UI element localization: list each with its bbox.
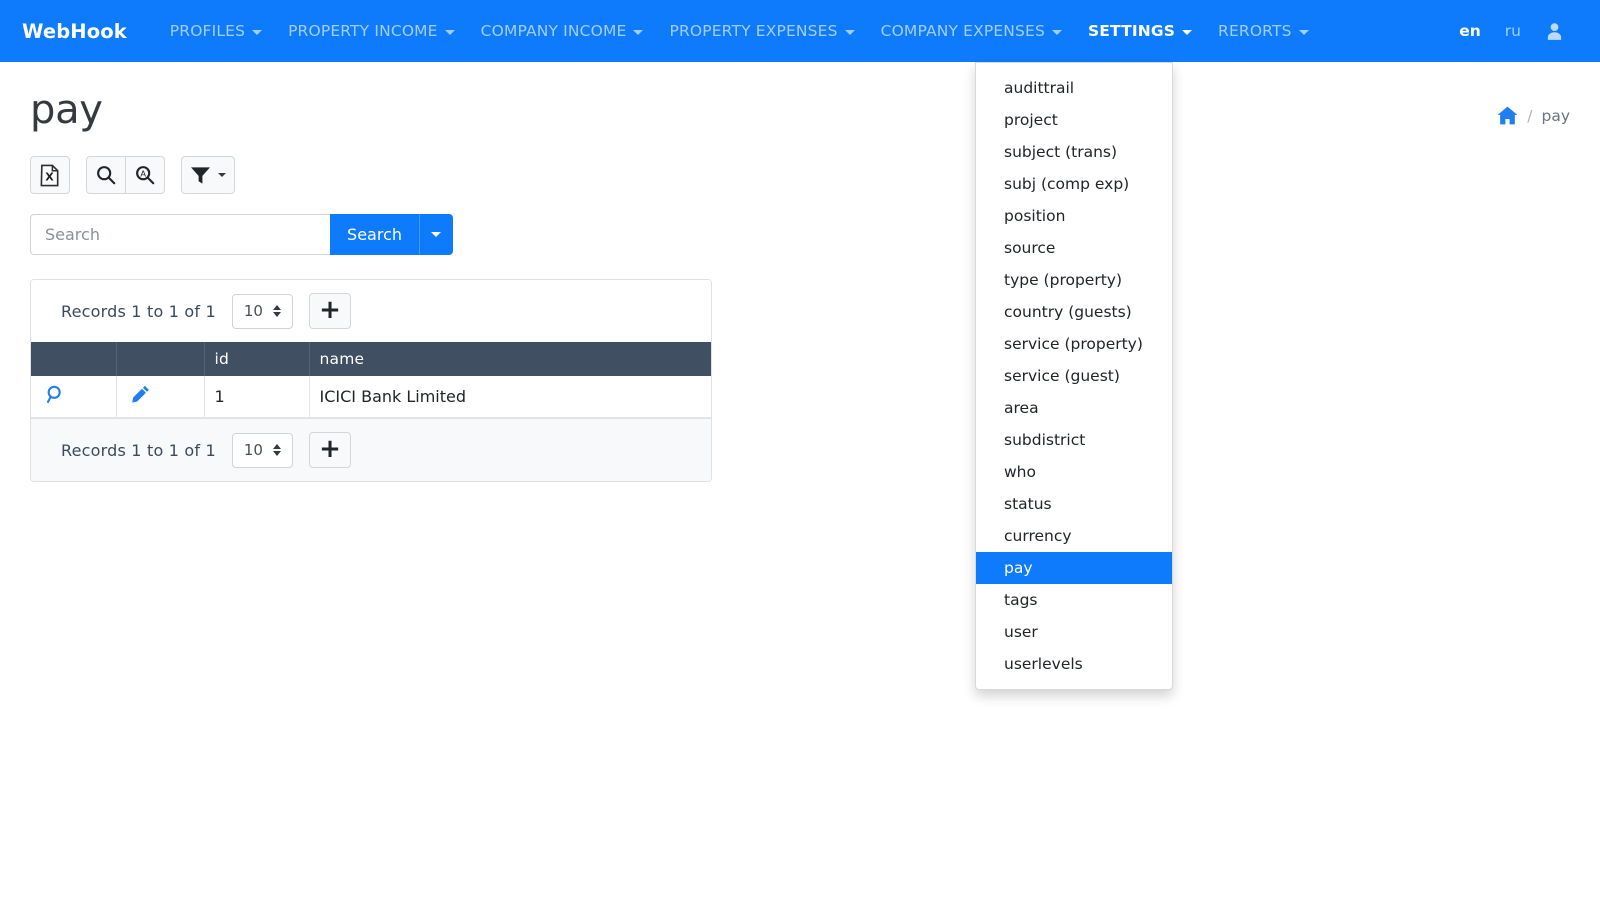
menu-item-tags[interactable]: tags xyxy=(976,584,1172,616)
search-icon-button[interactable] xyxy=(86,156,126,194)
menu-item-service-property[interactable]: service (property) xyxy=(976,328,1172,360)
search-button-group: A xyxy=(86,156,165,194)
page-size-value: 10 xyxy=(243,302,263,320)
chevron-down-icon xyxy=(444,29,455,35)
breadcrumb-separator: / xyxy=(1527,106,1533,125)
row-id: 1 xyxy=(204,376,310,418)
stepper-icon xyxy=(272,305,281,317)
search-input[interactable] xyxy=(30,214,331,255)
nav-item-company-income[interactable]: COMPANY INCOME xyxy=(468,13,657,49)
search-button[interactable]: Search xyxy=(330,214,419,255)
nav-item-label: COMPANY EXPENSES xyxy=(880,22,1045,40)
menu-item-audittrail[interactable]: audittrail xyxy=(976,72,1172,104)
page-title: pay xyxy=(30,87,103,133)
chevron-down-icon xyxy=(218,173,226,177)
menu-item-who[interactable]: who xyxy=(976,456,1172,488)
menu-item-service-guest[interactable]: service (guest) xyxy=(976,360,1172,392)
nav-item-label: PROPERTY INCOME xyxy=(288,22,438,40)
nav-item-label: COMPANY INCOME xyxy=(480,22,627,40)
row-name: ICICI Bank Limited xyxy=(309,376,711,418)
records-table: id name 1 ICICI Bank Limited xyxy=(31,342,711,418)
menu-item-country-guests[interactable]: country (guests) xyxy=(976,296,1172,328)
nav-item-settings[interactable]: SETTINGS xyxy=(1075,13,1205,49)
menu-item-currency[interactable]: currency xyxy=(976,520,1172,552)
chevron-down-icon xyxy=(1182,29,1193,35)
page-size-value: 10 xyxy=(243,441,263,459)
table-row: 1 ICICI Bank Limited xyxy=(31,376,711,418)
page-content: pay / pay X A Search Search Records 1 to… xyxy=(0,62,1600,482)
table-body: 1 ICICI Bank Limited xyxy=(31,376,711,418)
table-header-row: id name xyxy=(31,342,711,376)
stepper-icon xyxy=(272,444,281,456)
menu-item-type-property[interactable]: type (property) xyxy=(976,264,1172,296)
chevron-down-icon xyxy=(252,29,263,35)
row-edit-button[interactable] xyxy=(116,376,205,418)
top-navbar: WebHook PROFILES PROPERTY INCOME COMPANY… xyxy=(0,0,1600,690)
svg-text:X: X xyxy=(45,170,54,183)
nav-item-label: SETTINGS xyxy=(1087,22,1176,40)
nav-right-group: en ru xyxy=(1447,13,1578,50)
row-view-button[interactable] xyxy=(31,376,117,418)
menu-item-status[interactable]: status xyxy=(976,488,1172,520)
records-count-top: Records 1 to 1 of 1 xyxy=(61,301,216,321)
menu-item-subject-trans[interactable]: subject (trans) xyxy=(976,136,1172,168)
chevron-down-icon xyxy=(633,29,644,35)
chevron-down-icon xyxy=(1051,29,1062,35)
panel-footer-bar: Records 1 to 1 of 1 10 + xyxy=(31,418,711,481)
search-dropdown-toggle[interactable] xyxy=(419,214,453,255)
records-count-bottom: Records 1 to 1 of 1 xyxy=(61,440,216,460)
add-record-button-top[interactable]: + xyxy=(308,293,351,329)
nav-item-label: PROPERTY EXPENSES xyxy=(669,22,838,40)
home-icon[interactable] xyxy=(1497,106,1518,125)
table-header-name: name xyxy=(309,342,711,376)
menu-item-userlevels[interactable]: userlevels xyxy=(976,648,1172,680)
nav-item-label: RERORTS xyxy=(1218,22,1292,40)
page-size-selector-bottom[interactable]: 10 xyxy=(231,432,293,468)
nav-item-label: PROFILES xyxy=(169,22,246,40)
export-excel-button[interactable]: X xyxy=(30,156,70,194)
records-panel: Records 1 to 1 of 1 10 + id name 1 ICICI… xyxy=(30,279,712,482)
svg-text:A: A xyxy=(140,169,146,179)
menu-item-position[interactable]: position xyxy=(976,200,1172,232)
breadcrumb: / pay xyxy=(1497,86,1570,125)
menu-item-source[interactable]: source xyxy=(976,232,1172,264)
nav-item-property-expenses[interactable]: PROPERTY EXPENSES xyxy=(656,13,867,49)
menu-item-project[interactable]: project xyxy=(976,104,1172,136)
filter-button[interactable] xyxy=(181,156,235,194)
menu-item-area[interactable]: area xyxy=(976,392,1172,424)
nav-item-rerorts[interactable]: RERORTS xyxy=(1205,13,1322,49)
settings-dropdown-menu: audittrail project subject (trans) subj … xyxy=(975,62,1173,690)
nav-item-company-expenses[interactable]: COMPANY EXPENSES xyxy=(868,13,1075,49)
menu-item-pay[interactable]: pay xyxy=(976,552,1172,584)
user-icon[interactable] xyxy=(1533,13,1578,50)
lang-en[interactable]: en xyxy=(1447,13,1493,49)
breadcrumb-current: pay xyxy=(1541,106,1570,125)
table-head: id name xyxy=(31,342,711,376)
table-header-actions-view xyxy=(31,342,117,376)
search-advanced-icon-button[interactable]: A xyxy=(125,156,165,194)
table-header-actions-edit xyxy=(116,342,205,376)
nav-item-profiles[interactable]: PROFILES xyxy=(157,13,275,49)
nav-items: PROFILES PROPERTY INCOME COMPANY INCOME … xyxy=(157,13,1447,49)
search-row: Search xyxy=(30,214,453,255)
panel-header-bar: Records 1 to 1 of 1 10 + xyxy=(31,280,711,342)
chevron-down-icon xyxy=(844,29,855,35)
chevron-down-icon xyxy=(1298,29,1309,35)
brand-logo[interactable]: WebHook xyxy=(22,20,127,43)
menu-item-user[interactable]: user xyxy=(976,616,1172,648)
nav-item-property-income[interactable]: PROPERTY INCOME xyxy=(275,13,468,49)
menu-item-subj-comp-exp[interactable]: subj (comp exp) xyxy=(976,168,1172,200)
toolbar: X A xyxy=(30,156,1570,194)
table-header-id: id xyxy=(204,342,310,376)
page-header: pay / pay xyxy=(30,62,1570,134)
menu-item-subdistrict[interactable]: subdistrict xyxy=(976,424,1172,456)
lang-ru[interactable]: ru xyxy=(1493,13,1533,49)
page-size-selector-top[interactable]: 10 xyxy=(231,293,293,329)
chevron-down-icon xyxy=(431,232,441,237)
add-record-button-bottom[interactable]: + xyxy=(308,432,351,468)
